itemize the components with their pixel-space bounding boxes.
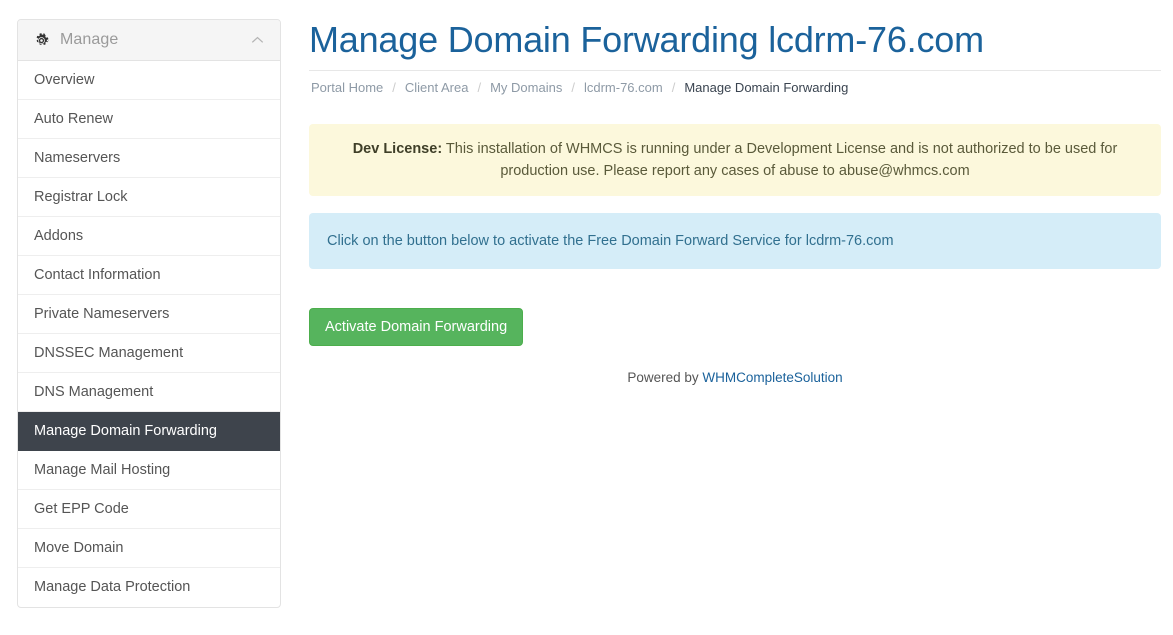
breadcrumb-separator: / [477, 80, 482, 95]
breadcrumb-separator: / [392, 80, 396, 95]
activation-info-alert: Click on the button below to activate th… [309, 213, 1161, 269]
chevron-up-icon[interactable] [251, 36, 264, 45]
footer-prefix: Powered by [627, 370, 703, 385]
footer: Powered by WHMCompleteSolution [309, 370, 1161, 385]
activation-info-text: Click on the button below to activate th… [327, 233, 894, 249]
sidebar-item[interactable]: DNS Management [18, 373, 280, 412]
sidebar-item[interactable]: Addons [18, 217, 280, 256]
sidebar-item[interactable]: Private Nameservers [18, 295, 280, 334]
dev-license-alert: Dev License: This installation of WHMCS … [309, 124, 1161, 196]
sidebar-item[interactable]: Manage Data Protection [18, 568, 280, 607]
breadcrumb-link[interactable]: lcdrm-76.com [584, 80, 663, 95]
manage-panel: Manage Overview Auto Renew Nameservers Regi… [17, 19, 281, 608]
sidebar-item[interactable]: Auto Renew [18, 100, 280, 139]
whmcs-link[interactable]: WHMCompleteSolution [702, 370, 842, 385]
breadcrumb-item: / lcdrm-76.com [562, 80, 662, 95]
breadcrumb-item: / My Domains [468, 80, 562, 95]
breadcrumb-item: / Manage Domain Forwarding [663, 80, 849, 95]
sidebar-item[interactable]: DNSSEC Management [18, 334, 280, 373]
sidebar-item[interactable]: Overview [18, 61, 280, 100]
page-root: Manage Overview Auto Renew Nameservers Regi… [0, 0, 1173, 635]
sidebar-panel-title: Manage [60, 31, 119, 48]
dev-license-text: This installation of WHMCS is running un… [442, 141, 1118, 179]
sidebar-item[interactable]: Manage Mail Hosting [18, 451, 280, 490]
sidebar-item[interactable]: Move Domain [18, 529, 280, 568]
sidebar-item[interactable]: Manage Domain Forwarding [18, 412, 280, 451]
breadcrumb-item: Portal Home [311, 80, 383, 95]
button-row: Activate Domain Forwarding [309, 308, 1161, 346]
sidebar: Manage Overview Auto Renew Nameservers Regi… [17, 19, 281, 608]
main-content: Manage Domain Forwarding lcdrm-76.com Po… [309, 0, 1161, 385]
breadcrumb-link[interactable]: My Domains [490, 80, 562, 95]
gear-icon [36, 32, 49, 45]
sidebar-item[interactable]: Registrar Lock [18, 178, 280, 217]
breadcrumb-current: Manage Domain Forwarding [684, 80, 849, 95]
breadcrumb-item: / Client Area [383, 80, 468, 95]
dev-license-label: Dev License: [352, 141, 443, 157]
breadcrumb-separator: / [671, 80, 676, 95]
breadcrumb-link[interactable]: Client Area [405, 80, 469, 95]
page-title: Manage Domain Forwarding lcdrm-76.com [309, 19, 984, 60]
sidebar-item[interactable]: Get EPP Code [18, 490, 280, 529]
breadcrumb-link[interactable]: Portal Home [311, 80, 383, 95]
breadcrumb-separator: / [571, 80, 575, 95]
sidebar-item[interactable]: Contact Information [18, 256, 280, 295]
activate-domain-forwarding-button[interactable]: Activate Domain Forwarding [309, 308, 524, 346]
sidebar-item[interactable]: Nameservers [18, 139, 280, 178]
breadcrumb: Portal Home / Client Area / My Domains / lcdrm… [309, 71, 1161, 95]
sidebar-panel-header[interactable]: Manage [18, 20, 280, 61]
sidebar-menu: Overview Auto Renew Nameservers Registrar L… [18, 61, 280, 607]
